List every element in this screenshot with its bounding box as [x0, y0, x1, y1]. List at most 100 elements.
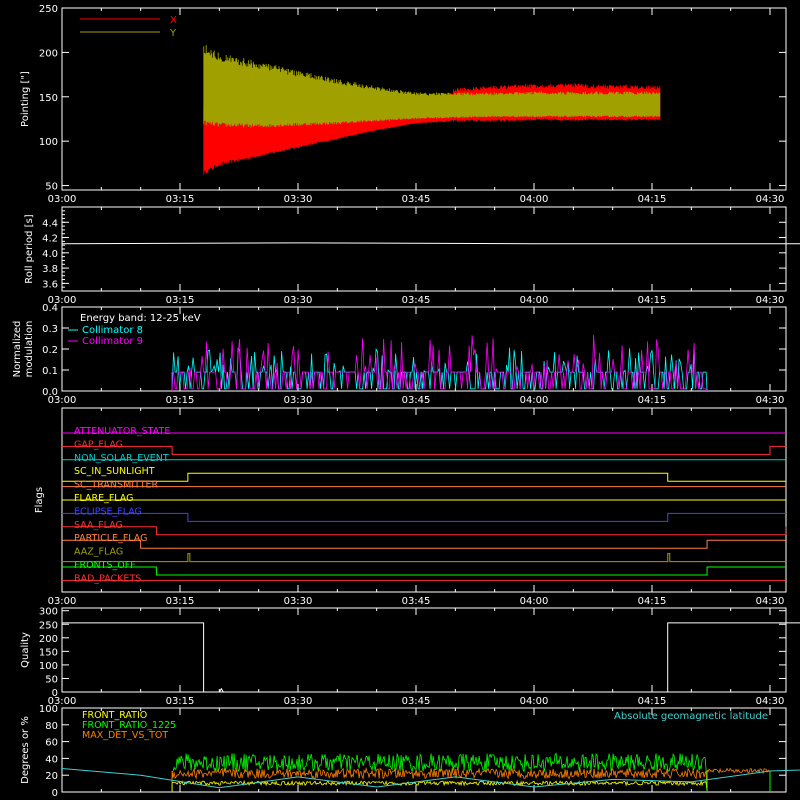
- y-axis-label: Degrees or %: [20, 716, 31, 784]
- x-tick-label: 03:15: [166, 295, 195, 306]
- quality-panel: 03:00 03:15 03:30 03:45 04:00 04:15 04:3005010…: [20, 607, 800, 707]
- y-tick-label: 0: [52, 688, 58, 699]
- y-tick-label: 0.0: [42, 387, 58, 398]
- flag-line-particle-flag: [62, 539, 786, 549]
- flag-label: SC_TRANSMITTER: [74, 480, 159, 491]
- y-tick-label: 100: [39, 137, 58, 148]
- series-collimator-9: [171, 334, 708, 392]
- x-tick-label: 04:15: [638, 596, 667, 607]
- x-tick-label: 03:30: [284, 295, 313, 306]
- modulation-panel: 03:00 03:15 03:30 03:45 04:00 04:15 04:300.00.…: [12, 303, 787, 406]
- y-tick-label: 200: [39, 634, 58, 645]
- y-axis-label: Roll period [s]: [24, 214, 35, 283]
- y-axis-label: Normalized: [12, 321, 23, 378]
- y-axis-label: Pointing ["]: [20, 71, 31, 127]
- y-tick-label: 0.3: [42, 324, 58, 335]
- y-axis-label: Quality: [20, 632, 31, 668]
- x-tick-label: 04:30: [756, 194, 785, 205]
- x-tick-label: 03:15: [166, 696, 195, 707]
- flag-label: SC_IN_SUNLIGHT: [74, 466, 155, 477]
- roll-frame: [61, 206, 787, 292]
- y-tick-label: 0.1: [42, 366, 58, 377]
- pointing-panel: 03:00 03:15 03:30 03:45 04:00 04:15 04:30 50 100…: [20, 4, 787, 205]
- y-tick-label: 0: [52, 788, 58, 799]
- legend-label: MAX_DET_VS_TOT: [82, 730, 168, 741]
- series-front-ratio-edge: [706, 771, 771, 792]
- y-tick-label: 150: [39, 647, 58, 658]
- y-tick-label: 100: [39, 704, 58, 715]
- quality-line: [62, 622, 800, 693]
- y-tick-label: 0.4: [42, 303, 58, 314]
- y-axis-label: Flags: [34, 487, 45, 513]
- y-tick-label: 80: [45, 721, 58, 732]
- x-tick-label: 03:30: [284, 696, 313, 707]
- y-tick-label: 100: [39, 661, 58, 672]
- y-tick-label: 50: [45, 674, 58, 685]
- x-tick-label: 03:00: [48, 194, 77, 205]
- x-tick-label: 04:00: [520, 194, 549, 205]
- x-tick-label: 04:15: [638, 295, 667, 306]
- roll-period-line: [61, 242, 800, 245]
- x-tick-label: 04:00: [520, 596, 549, 607]
- x-tick-label: 04:15: [638, 395, 667, 406]
- x-tick-label: 03:15: [166, 395, 195, 406]
- y-tick-label: 60: [45, 738, 58, 749]
- x-tick-label: 03:45: [402, 696, 431, 707]
- x-tick-label: 03:45: [402, 194, 431, 205]
- flag-line-aaz-flag: [62, 553, 786, 563]
- roll-panel: 03:00 03:15 03:30 03:45 04:00 04:15 04:303.63.…: [24, 206, 800, 306]
- series-y-band: [203, 45, 661, 128]
- flag-label: AAZ_FLAG: [74, 547, 123, 558]
- y-tick-label: 3.8: [42, 264, 58, 275]
- x-tick-label: 03:15: [166, 596, 195, 607]
- x-tick-label: 03:30: [284, 194, 313, 205]
- x-tick-label: 04:15: [638, 194, 667, 205]
- x-tick-label: 04:00: [520, 395, 549, 406]
- flag-label: PARTICLE_FLAG: [74, 533, 147, 544]
- y-tick-label: 4.4: [42, 218, 58, 229]
- flag-line-gap-flag: [62, 445, 786, 455]
- flag-label: ECLIPSE_FLAG: [74, 506, 142, 517]
- x-tick-label: 04:30: [756, 596, 785, 607]
- flag-label: ATTENUATOR_STATE: [74, 426, 170, 437]
- flag-label: FLARE_FLAG: [74, 493, 134, 504]
- y-tick-label: 150: [39, 93, 58, 104]
- legend-label: Collimator 8: [82, 325, 143, 336]
- y-axis-label: modulation: [24, 321, 35, 378]
- x-tick-label: 04:30: [756, 395, 785, 406]
- y-tick-label: 3.6: [42, 279, 58, 290]
- energy-band-label: Energy band: 12-25 keV: [80, 313, 201, 324]
- geomagnetic-label: Absolute geomagnetic latitude: [614, 711, 768, 722]
- y-tick-label: 0.2: [42, 345, 58, 356]
- chart-root: 03:00 03:15 03:30 03:45 04:00 04:15 04:30 50 100…: [0, 0, 800, 800]
- y-tick-label: 300: [39, 607, 58, 618]
- y-tick-label: 40: [45, 754, 58, 765]
- y-tick-label: 50: [45, 182, 58, 193]
- flags-panel: 03:00 03:15 03:30 03:45 04:00 04:15 04:30 Flags…: [34, 407, 787, 607]
- legend-label: Collimator 9: [82, 336, 143, 347]
- y-tick-label: 250: [39, 4, 58, 15]
- x-tick-label: 03:45: [402, 596, 431, 607]
- flag-line-saa-flag: [62, 526, 787, 536]
- x-tick-label: 04:15: [638, 696, 667, 707]
- geomagnetic-panel: 020406080100Degrees or %FRONT_RATIOFRONT…: [20, 704, 800, 799]
- legend-label: Y: [169, 28, 177, 39]
- x-tick-label: 03:45: [402, 295, 431, 306]
- x-tick-label: 03:45: [402, 395, 431, 406]
- flag-label: BAD_PACKETS: [74, 573, 141, 584]
- y-tick-label: 20: [45, 771, 58, 782]
- x-tick-label: 04:00: [520, 295, 549, 306]
- flag-label: GAP_FLAG: [74, 439, 123, 450]
- flag-label: NON_SOLAR_EVENT: [74, 453, 169, 464]
- flag-line-sc-in-sunlight: [62, 472, 786, 482]
- y-tick-label: 4.0: [42, 249, 58, 260]
- x-tick-label: 04:30: [756, 696, 785, 707]
- x-tick-label: 03:15: [166, 194, 195, 205]
- flag-label: SAA_FLAG: [74, 520, 123, 531]
- x-tick-label: 03:30: [284, 596, 313, 607]
- chart-canvas: 03:00 03:15 03:30 03:45 04:00 04:15 04:30 50 100…: [12, 4, 800, 799]
- flag-line-fronts-off: [62, 566, 786, 576]
- legend-label: X: [170, 15, 177, 26]
- x-tick-label: 04:00: [520, 696, 549, 707]
- flag-line-eclipse-flag: [62, 512, 786, 522]
